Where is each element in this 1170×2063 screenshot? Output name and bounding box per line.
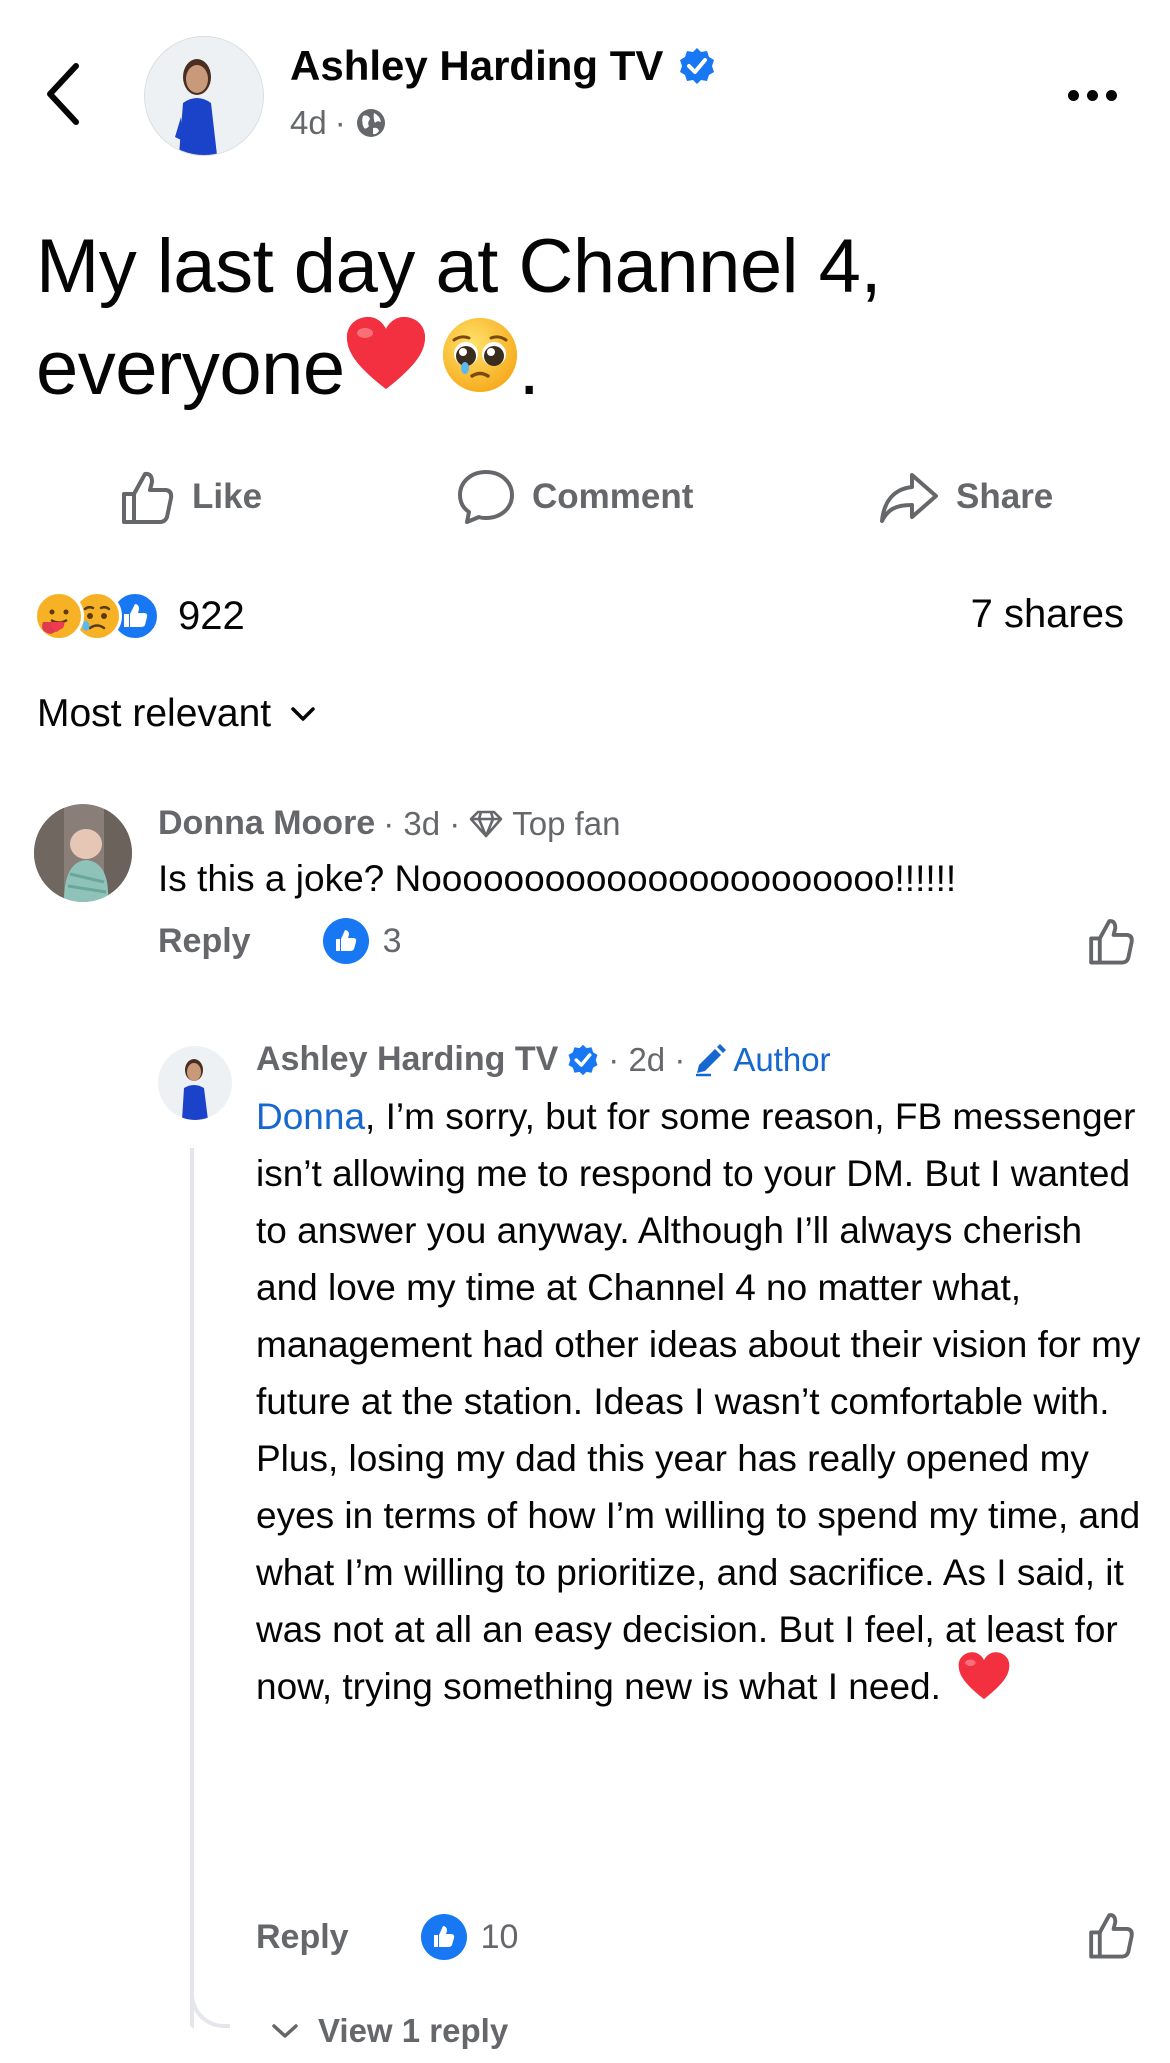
comment-bubble-icon bbox=[458, 470, 514, 524]
like-label: Like bbox=[192, 477, 263, 516]
post-text: My last day at Channel 4, everyone. bbox=[36, 216, 1136, 421]
page-name-text: Ashley Harding TV bbox=[290, 42, 664, 89]
comment-text: Is this a joke? Nooooooooooooooooooooooo… bbox=[158, 858, 957, 899]
comment-like-button[interactable] bbox=[1086, 916, 1136, 971]
reply-button[interactable]: Reply bbox=[158, 922, 251, 961]
chevron-down-icon bbox=[272, 2024, 298, 2038]
sort-label: Most relevant bbox=[37, 692, 272, 735]
reply-time: · 2d · bbox=[608, 1040, 686, 1078]
author-badge: Author bbox=[693, 1040, 831, 1079]
comment-time: · 3d · bbox=[383, 804, 461, 842]
comment-label: Comment bbox=[532, 477, 694, 516]
thumbs-up-icon bbox=[1089, 919, 1134, 965]
care-reaction-icon bbox=[34, 591, 84, 641]
reply-like-button[interactable] bbox=[1086, 1910, 1136, 1965]
thumbs-up-icon bbox=[122, 471, 174, 524]
red-heart-icon bbox=[957, 1651, 1011, 1719]
reply-text: Donna, I’m sorry, but for some reason, F… bbox=[256, 1088, 1146, 1719]
diamond-icon bbox=[469, 810, 503, 837]
mention-link[interactable]: Donna bbox=[256, 1096, 365, 1137]
reply-thread-curve bbox=[190, 1990, 230, 2028]
reply-text-body: , I’m sorry, but for some reason, FB mes… bbox=[256, 1096, 1141, 1707]
page-name[interactable]: Ashley Harding TV bbox=[290, 42, 717, 90]
shares-count[interactable]: 7 shares bbox=[971, 592, 1124, 637]
verified-badge-icon bbox=[680, 48, 715, 84]
post-time[interactable]: 4d bbox=[290, 104, 327, 142]
view-replies-button[interactable]: View 1 reply bbox=[270, 2012, 508, 2050]
red-heart-icon bbox=[345, 315, 427, 421]
reply-meta: · 2d · Author bbox=[608, 1041, 830, 1079]
reply-thread-line bbox=[190, 1148, 194, 2028]
commenter-avatar[interactable] bbox=[34, 804, 132, 902]
share-button[interactable]: Share bbox=[878, 462, 1053, 532]
comment-meta: · 3d · Top fan bbox=[383, 805, 620, 843]
globe-icon bbox=[356, 109, 385, 137]
comment-like-count: 3 bbox=[382, 921, 402, 960]
post-text-line1: My last day at Channel 4, bbox=[36, 224, 882, 309]
comment-header: Donna Moore · 3d · Top fan bbox=[158, 804, 621, 843]
like-reaction-icon bbox=[420, 1914, 467, 1960]
pleading-face-icon bbox=[441, 316, 519, 420]
reply-header: Ashley Harding TV · 2d · Author bbox=[256, 1040, 831, 1079]
share-label: Share bbox=[956, 477, 1054, 516]
share-arrow-icon bbox=[880, 473, 938, 523]
comment-button[interactable]: Comment bbox=[456, 462, 693, 532]
chevron-left-icon bbox=[47, 63, 79, 125]
reaction-count: 922 bbox=[178, 593, 245, 638]
comment-actions: Reply 3 bbox=[158, 918, 402, 964]
top-fan-badge: Top fan bbox=[512, 804, 621, 842]
reply-author-name[interactable]: Ashley Harding TV bbox=[256, 1040, 558, 1079]
page-avatar[interactable] bbox=[144, 36, 264, 156]
post-text-end: . bbox=[518, 326, 540, 411]
author-avatar[interactable] bbox=[158, 1046, 232, 1120]
chevron-down-icon bbox=[291, 707, 315, 721]
more-dots-icon bbox=[1068, 89, 1079, 101]
reply-actions: Reply 10 bbox=[256, 1914, 518, 1960]
comment-sort-dropdown[interactable]: Most relevant bbox=[37, 692, 317, 736]
thumbs-up-icon bbox=[1089, 1913, 1134, 1959]
reply-button[interactable]: Reply bbox=[256, 1918, 349, 1957]
like-button[interactable]: Like bbox=[118, 462, 262, 532]
verified-badge-icon bbox=[568, 1044, 598, 1075]
pencil-icon bbox=[696, 1043, 727, 1076]
meta-separator: · bbox=[334, 104, 346, 141]
reaction-summary[interactable]: 922 bbox=[34, 586, 245, 646]
more-options-button[interactable] bbox=[1068, 80, 1128, 110]
post-meta: 4d · bbox=[290, 104, 388, 142]
reply-like-count: 10 bbox=[480, 1917, 519, 1956]
view-reply-label: View 1 reply bbox=[318, 2012, 509, 2049]
like-reaction-icon bbox=[322, 918, 369, 964]
post-text-line2: everyone bbox=[36, 326, 345, 411]
back-button[interactable] bbox=[40, 58, 100, 138]
author-badge-label: Author bbox=[733, 1040, 831, 1078]
commenter-name[interactable]: Donna Moore bbox=[158, 804, 375, 843]
